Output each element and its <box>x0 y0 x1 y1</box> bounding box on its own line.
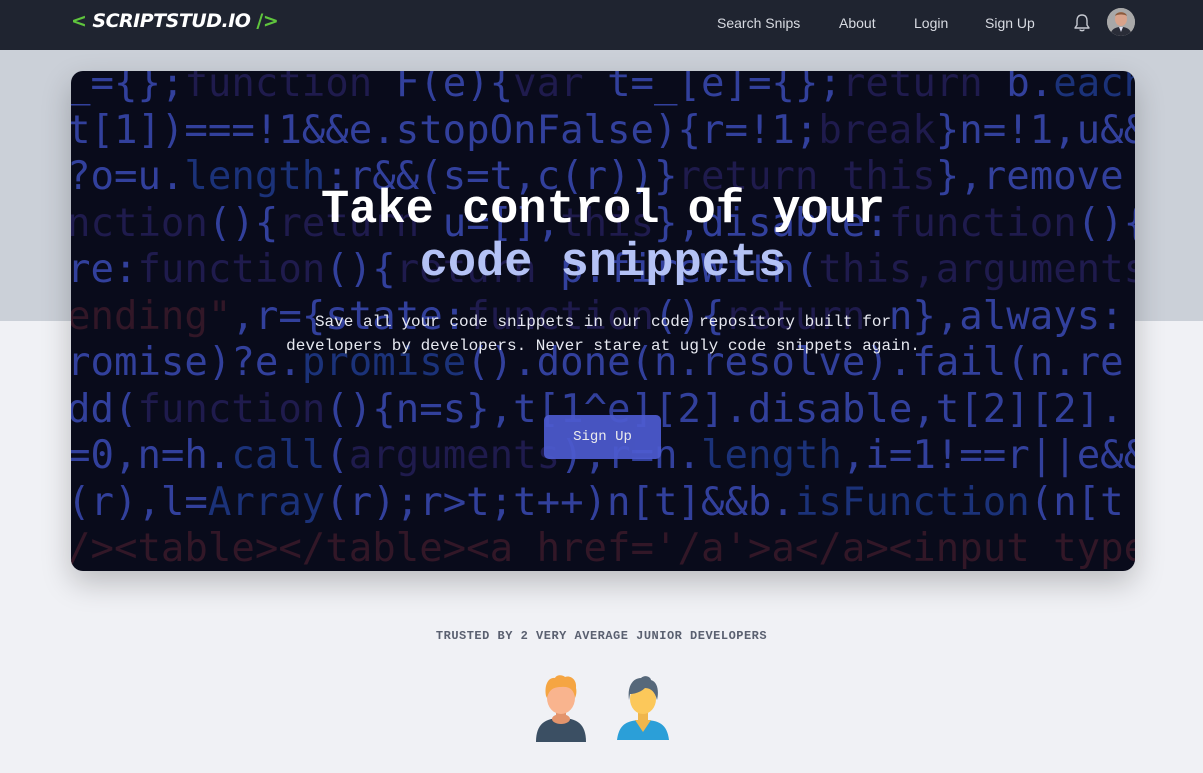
nav-login[interactable]: Login <box>914 15 948 31</box>
user-avatar[interactable] <box>1107 8 1135 36</box>
logo[interactable]: < SCRIPTSTUD.IO /> <box>71 10 279 32</box>
logo-open-bracket: < <box>71 10 87 32</box>
bell-icon[interactable] <box>1073 13 1091 33</box>
logo-text: SCRIPTSTUD.IO <box>92 10 251 32</box>
logo-close-bracket: /> <box>256 10 279 32</box>
developer-avatars <box>533 674 671 744</box>
nav-search-snips[interactable]: Search Snips <box>717 15 800 31</box>
navbar: < SCRIPTSTUD.IO /> Search Snips About Lo… <box>0 0 1203 50</box>
hero-title-line-1: Take control of your <box>320 184 886 237</box>
hero-description: Save all your code snippets in our code … <box>286 313 920 355</box>
developer-avatar-orange-hair-icon <box>533 674 589 744</box>
developer-avatar-blue-shirt-icon <box>615 674 671 744</box>
hero-title: Take control of your code snippets <box>71 184 1135 290</box>
hero-title-line-2: code snippets <box>419 237 787 290</box>
nav-sign-up[interactable]: Sign Up <box>985 15 1035 31</box>
hero-sign-up-button[interactable]: Sign Up <box>544 415 661 459</box>
hero-banner: _={};function F(e){var t=_[e]={};return … <box>71 71 1135 571</box>
nav-about[interactable]: About <box>839 15 876 31</box>
trusted-by-text: TRUSTED BY 2 VERY AVERAGE JUNIOR DEVELOP… <box>435 629 768 643</box>
